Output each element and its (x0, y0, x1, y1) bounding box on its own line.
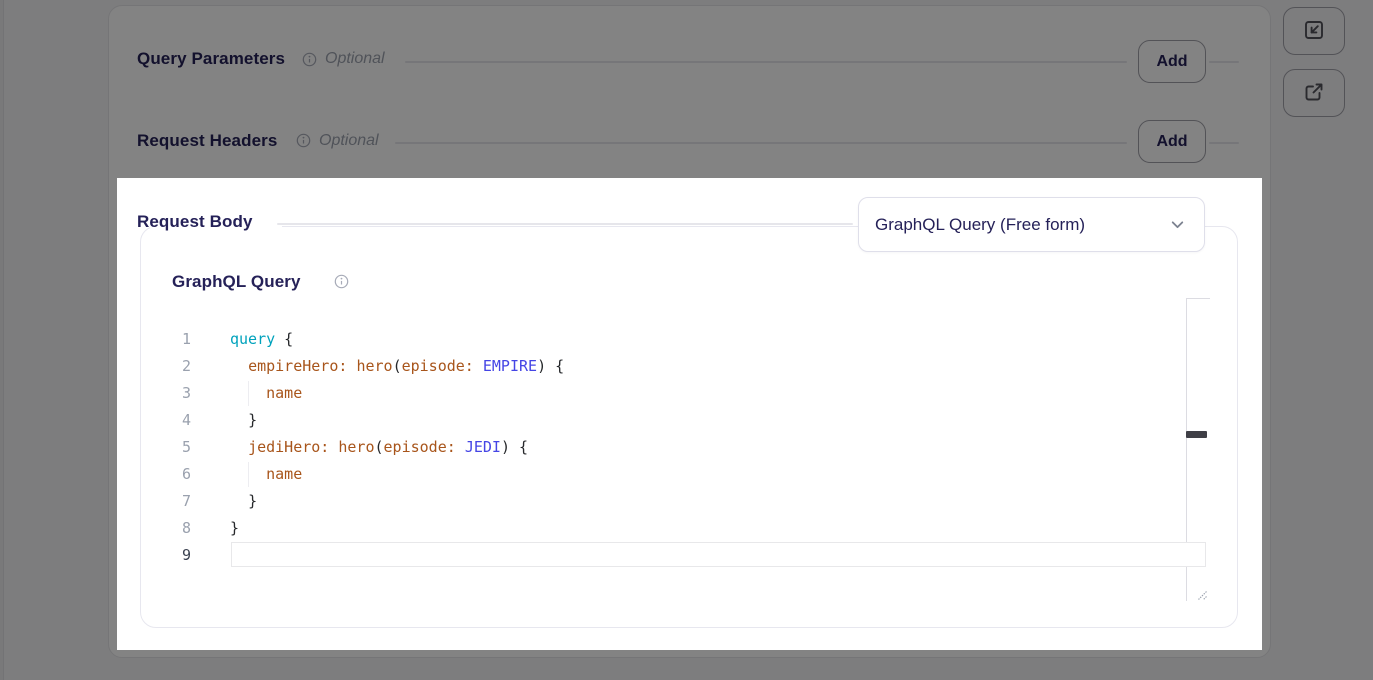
gutter-line-number: 7 (167, 488, 191, 515)
divider (1209, 142, 1239, 144)
editor-gutter: 123456789 (167, 326, 191, 569)
gutter-line-number: 2 (167, 353, 191, 380)
resize-handle-icon[interactable] (1194, 587, 1208, 601)
code-token-punct: ( (375, 438, 384, 456)
code-token-sp (230, 357, 248, 375)
info-icon[interactable] (302, 52, 317, 67)
code-token-field: jediHero: (248, 438, 329, 456)
gutter-line-number: 5 (167, 434, 191, 461)
divider (405, 61, 1127, 63)
editor-scrollbar-thumb[interactable] (1186, 431, 1207, 438)
code-token-punct: ) { (537, 357, 564, 375)
code-line[interactable]: } (230, 488, 1186, 515)
request-headers-optional-label: Optional (319, 132, 379, 150)
code-token-sp (230, 438, 248, 456)
code-token-sp (474, 357, 483, 375)
gutter-line-number: 4 (167, 407, 191, 434)
indent-guide (248, 381, 249, 406)
query-parameters-label: Query Parameters (137, 49, 285, 69)
indent-guide (248, 462, 249, 487)
query-parameters-optional-label: Optional (325, 50, 385, 68)
code-line[interactable]: jediHero: hero(episode: JEDI) { (230, 434, 1186, 461)
code-token-field: episode: (402, 357, 474, 375)
graphql-query-label: GraphQL Query (172, 272, 301, 292)
collapse-editor-icon (1302, 18, 1326, 45)
code-line[interactable]: query { (230, 326, 1186, 353)
code-line[interactable]: } (230, 407, 1186, 434)
divider (395, 142, 1127, 144)
code-line[interactable] (230, 542, 1186, 569)
chevron-down-icon (1169, 216, 1186, 233)
code-token-sp (456, 438, 465, 456)
open-external-icon (1302, 80, 1326, 107)
code-line[interactable]: name (230, 461, 1186, 488)
code-token-field: name (266, 384, 302, 402)
request-headers-label: Request Headers (137, 131, 277, 151)
body-type-select[interactable]: GraphQL Query (Free form) (858, 197, 1205, 252)
request-body-label: Request Body (137, 212, 253, 232)
code-line[interactable]: } (230, 515, 1186, 542)
editor-code[interactable]: query { empireHero: hero(episode: EMPIRE… (230, 326, 1186, 569)
code-token-sp (230, 492, 248, 510)
code-token-punct: ( (393, 357, 402, 375)
open-external-button[interactable] (1283, 69, 1345, 117)
code-token-punct: ) { (501, 438, 528, 456)
collapse-editor-button[interactable] (1283, 7, 1345, 55)
code-token-punct: } (230, 519, 239, 537)
code-token-sp (230, 411, 248, 429)
code-token-punct: } (248, 411, 257, 429)
code-token-punct: { (275, 330, 293, 348)
add-query-parameter-button[interactable]: Add (1138, 40, 1206, 83)
info-icon[interactable] (334, 274, 349, 289)
gutter-line-number: 1 (167, 326, 191, 353)
body-type-select-value: GraphQL Query (Free form) (875, 215, 1169, 235)
code-line[interactable]: empireHero: hero(episode: EMPIRE) { (230, 353, 1186, 380)
code-token-field: empireHero: (248, 357, 347, 375)
code-token-field: name (266, 465, 302, 483)
gutter-line-number: 6 (167, 461, 191, 488)
code-token-kw: query (230, 330, 275, 348)
info-icon[interactable] (296, 133, 311, 148)
editor-scrollbar-track-top (1186, 298, 1210, 299)
divider (1209, 61, 1239, 63)
code-token-enum: EMPIRE (483, 357, 537, 375)
gutter-line-number: 3 (167, 380, 191, 407)
code-token-field: episode: (384, 438, 456, 456)
code-token-field: hero (356, 357, 392, 375)
page-left-edge-line (3, 0, 4, 680)
gutter-line-number: 8 (167, 515, 191, 542)
code-token-field: hero (338, 438, 374, 456)
gutter-line-number: 9 (167, 542, 191, 569)
code-line[interactable]: name (230, 380, 1186, 407)
add-request-header-button[interactable]: Add (1138, 120, 1206, 163)
code-token-punct: } (248, 492, 257, 510)
code-token-enum: JEDI (465, 438, 501, 456)
divider (277, 223, 853, 225)
